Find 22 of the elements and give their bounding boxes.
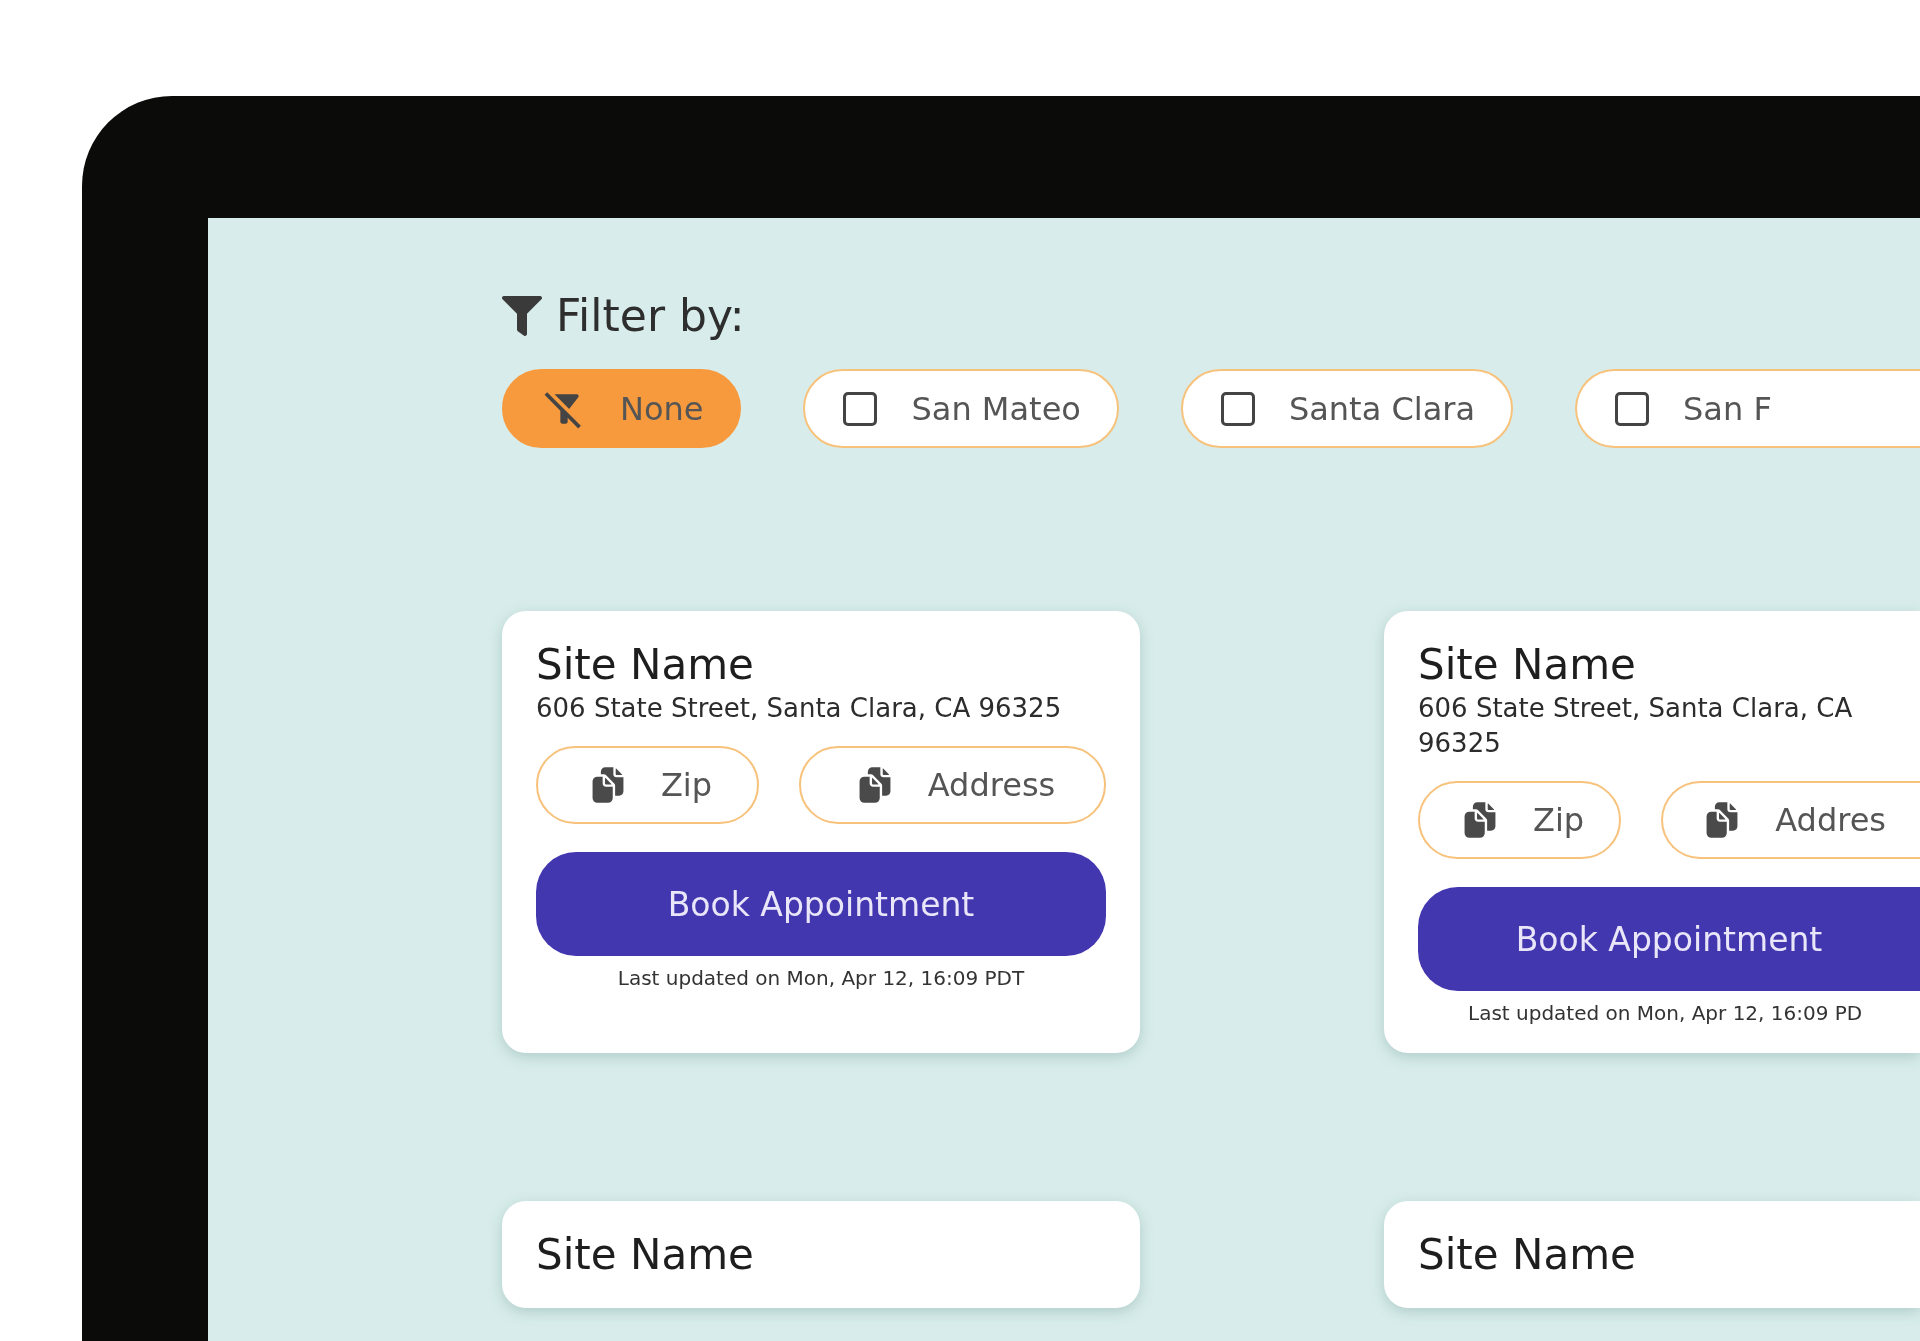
checkbox[interactable]	[1615, 391, 1650, 426]
book-appointment-button[interactable]: Book Appointment	[1418, 887, 1920, 992]
site-name: Site Name	[536, 1231, 755, 1280]
copy-button[interactable]: Addres	[1661, 781, 1920, 860]
last-updated-text: Last updated on Mon, Apr 12, 16:09 PD	[1467, 1001, 1864, 1026]
last-updated-text: Last updated on Mon, Apr 12, 16:09 PDT	[616, 966, 1026, 991]
site-name: Site Name	[1418, 641, 1637, 690]
filter-label: Filter by:	[556, 290, 745, 341]
checkbox[interactable]	[1220, 391, 1255, 426]
book-appointment-button[interactable]: Book Appointment	[536, 852, 1106, 957]
filter-chip[interactable]: Santa Clara	[1180, 369, 1514, 448]
checkbox[interactable]	[843, 391, 878, 426]
filter-chip[interactable]: San Mateo	[803, 369, 1119, 448]
site-name: Site Name	[1418, 1231, 1637, 1280]
site-address: 606 State Street, Santa Clara, CA 96325	[1418, 692, 1854, 761]
filter-chip[interactable]: San F	[1575, 369, 1920, 448]
copy-button[interactable]: Zip	[536, 746, 759, 825]
copy-button[interactable]: Zip	[1418, 781, 1622, 860]
copy-button[interactable]: Address	[799, 746, 1106, 825]
site-address: 606 State Street, Santa Clara, CA 96325	[536, 692, 1063, 726]
site-name: Site Name	[536, 641, 755, 690]
filter-icon	[502, 295, 542, 336]
